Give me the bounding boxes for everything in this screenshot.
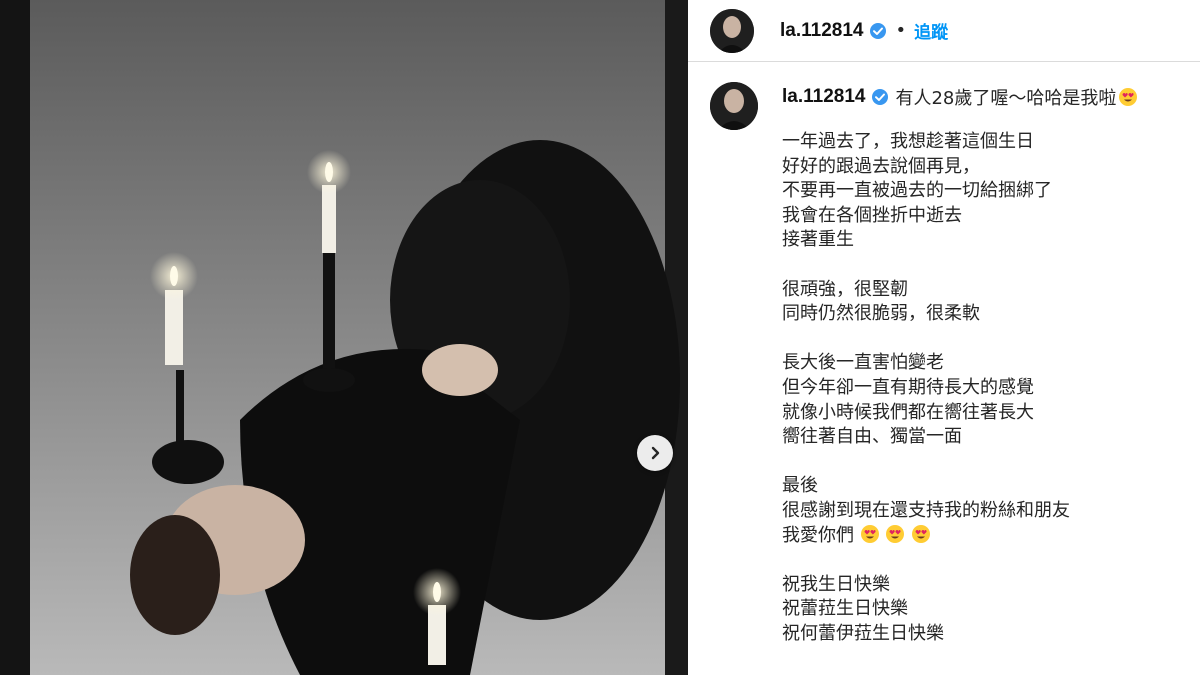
caption-line: 接著重生	[782, 229, 854, 251]
heart-eyes-emoji-icon	[1118, 87, 1138, 107]
caption-line-with-emoji: 我愛你們	[782, 524, 1182, 549]
caption-username[interactable]: la.112814	[782, 86, 865, 108]
caption-line: 但今年卻一直有期待長大的感覺	[782, 376, 1034, 398]
caption-head: la.112814 有人28歲了喔～哈哈是我啦	[782, 82, 1182, 112]
caption-line: 嚮往著自由、獨當一面	[782, 426, 962, 448]
header-username[interactable]: la.112814	[780, 20, 863, 42]
caption-line: 我愛你們	[782, 524, 854, 546]
post-details-panel: la.112814 • 追蹤 la.112814 有人28歲了喔～哈哈是我啦 一…	[688, 0, 1200, 675]
caption-line: 一年過去了，我想趁著這個生日	[782, 131, 1034, 152]
caption-text: 一年過去了，我想趁著這個生日 好好的跟過去說個再見， 不要再一直被過去的一切給捆…	[782, 130, 1182, 646]
heart-eyes-emoji-icon	[860, 524, 880, 544]
avatar-image	[710, 8, 754, 53]
heart-eyes-emoji-icon	[911, 524, 931, 544]
follow-button[interactable]: 追蹤	[914, 18, 948, 43]
caption-line: 祝何蕾伊菈生日快樂	[782, 622, 944, 644]
chevron-right-icon	[651, 446, 660, 460]
caption-avatar-image	[710, 82, 758, 130]
caption-line: 很感謝到現在還支持我的粉絲和朋友	[782, 499, 1070, 521]
caption-line: 很頑強，很堅韌	[782, 278, 908, 300]
caption-body: la.112814 有人28歲了喔～哈哈是我啦 一年過去了，我想趁著這個生日 好…	[782, 82, 1182, 646]
verified-badge-icon	[871, 88, 889, 106]
caption-line: 我會在各個挫折中逝去	[782, 204, 962, 226]
caption-line: 祝蕾菈生日快樂	[782, 598, 908, 620]
caption-avatar[interactable]	[710, 82, 758, 130]
caption-line: 就像小時候我們都在嚮往著長大	[782, 401, 1034, 423]
separator-dot: •	[895, 20, 907, 41]
photo-artwork	[0, 0, 688, 675]
caption-line: 最後	[782, 475, 818, 497]
carousel-next-button[interactable]	[637, 435, 673, 471]
verified-badge-icon	[869, 22, 887, 40]
heart-eyes-emoji-icon	[885, 524, 905, 544]
caption-line: 不要再一直被過去的一切給捆綁了	[782, 180, 1052, 202]
caption-line: 祝我生日快樂	[782, 573, 890, 595]
caption-line: 同時仍然很脆弱，很柔軟	[782, 303, 980, 325]
post-header: la.112814 • 追蹤	[688, 0, 1200, 62]
caption-line: 好好的跟過去說個再見，	[782, 155, 980, 177]
caption: la.112814 有人28歲了喔～哈哈是我啦 一年過去了，我想趁著這個生日 好…	[688, 62, 1200, 646]
avatar[interactable]	[710, 8, 754, 53]
caption-first-line: 有人28歲了喔～哈哈是我啦	[895, 88, 1117, 109]
post-photo	[0, 0, 688, 675]
caption-line: 長大後一直害怕變老	[782, 352, 944, 374]
